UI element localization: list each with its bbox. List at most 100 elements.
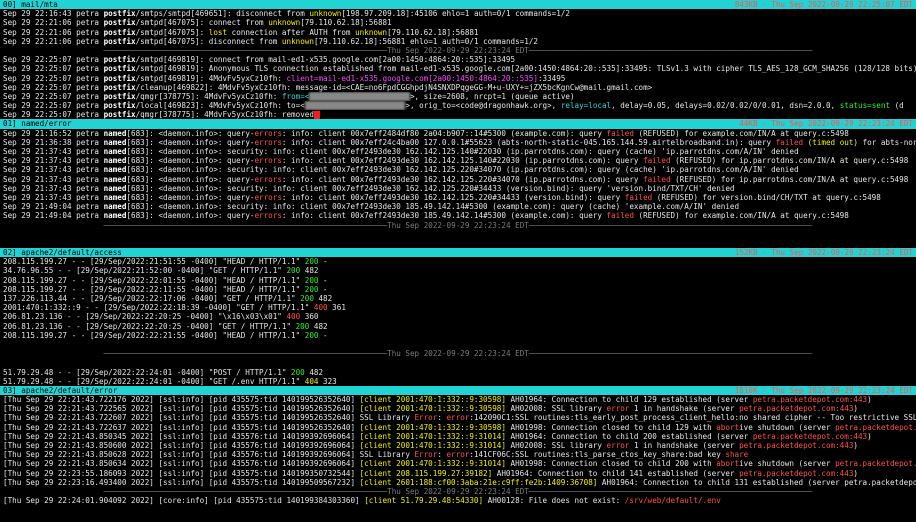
log-line: Sep 29 21:49:04 petra named[683]: <daemo… <box>0 202 916 211</box>
log-segment: unknown <box>355 27 388 37</box>
log-segment: 137.226.113.44 - - [29/Sep/2022:22:17:06… <box>3 294 301 303</box>
log-segment: error <box>446 450 470 460</box>
log-segment: 51.79.29.48 - - [29/Sep/2022:22:24:01 -0… <box>3 367 292 377</box>
log-lines-access-2: 51.79.29.48 - - [29/Sep/2022:22:24:01 -0… <box>0 368 916 386</box>
log-segment: [79.110.62.18]:56881 <box>387 27 479 37</box>
log-segment: 206.81.23.136 - - [29/Sep/2022:22:20:25 … <box>3 321 296 331</box>
log-segment: 200 <box>304 275 319 285</box>
log-segment: [client 2001:470:1:332::9:31014] <box>359 431 506 441</box>
pane-header-access[interactable]: 02] apache2/default/access 152KB - Thu S… <box>0 248 916 258</box>
log-segment: named <box>103 192 127 202</box>
log-segment: unknown <box>281 36 314 46</box>
log-line: [Thu Sep 29 22:21:43.850600 2022] [ssl:i… <box>0 441 916 450</box>
log-segment: [683]: <daemon.info>: security: info: cl… <box>126 147 799 156</box>
log-segment: [Thu Sep 29 22:23:16.493400 2022] [ssl:i… <box>3 477 360 487</box>
log-segment: /smtpd[467075]: connect from <box>135 18 269 28</box>
log-segment: [Thu Sep 29 22:21:43.722176 2022] [ssl:i… <box>3 395 360 405</box>
log-segment: /srv/web/default/.env <box>624 496 721 506</box>
pane-header-named[interactable]: 01] named/error 44KB - Thu Sep 2022-09-2… <box>0 119 916 129</box>
log-segment: (d <box>890 101 904 111</box>
log-line: 206.81.23.136 - - [29/Sep/2022:22:20:25 … <box>0 322 916 331</box>
log-segment: named <box>103 165 127 175</box>
log-segment: postfix <box>103 36 136 46</box>
log-segment: - <box>318 330 328 340</box>
log-line: Sep 29 21:37:43 petra named[683]: <daemo… <box>0 147 916 156</box>
log-segment: Sep 29 21:37:43 petra <box>3 156 104 166</box>
log-segment: errors <box>254 137 282 147</box>
pane-mail-mta: 00] mail/mta 843KB - Thu Sep 2022-09-29 … <box>0 0 916 120</box>
log-segment: Sep 29 21:37:43 petra <box>3 174 104 184</box>
pane-status-error: 1010K - Thu Sep 2022-09-29 22:23:24 EDT <box>734 385 913 395</box>
terminal: 00] mail/mta 843KB - Thu Sep 2022-09-29 … <box>0 0 916 505</box>
log-segment: errors <box>254 174 282 184</box>
pane-apache-error: 03] apache2/default/error 1010K - Thu Se… <box>0 385 916 506</box>
log-line: 208.115.199.27 - - [29/Sep/2022:22:01:55… <box>0 276 916 285</box>
cursor-selection <box>313 111 320 120</box>
log-segment: named <box>103 174 127 184</box>
log-segment: petra.packetdepot.com <box>844 477 916 487</box>
log-segment: named <box>103 183 127 193</box>
log-segment: status=sent <box>839 101 891 111</box>
pane-header-error[interactable]: 03] apache2/default/error 1010K - Thu Se… <box>0 385 916 396</box>
log-segment: [Thu Sep 29 22:24:01.904092 2022] [core:… <box>3 496 365 506</box>
log-segment: /cleanup[469822]: 4MdvFv5yxCz10fh: messa… <box>135 82 653 92</box>
log-segment: [683]: <daemon.info>: query- <box>126 192 255 202</box>
log-segment: - <box>318 257 328 267</box>
log-line: Sep 29 21:37:43 petra named[683]: <daemo… <box>0 184 916 193</box>
log-segment: failed <box>606 128 634 138</box>
log-segment: named <box>103 202 127 212</box>
log-segment: postfix <box>103 73 136 83</box>
pane-named-error: 01] named/error 44KB - Thu Sep 2022-09-2… <box>0 119 916 248</box>
log-segment: :142090C1:SSL routines:tls_early_post_pr… <box>469 413 916 423</box>
pane-title-access: 02] apache2/default/access <box>3 248 122 258</box>
log-segment: /local[469823]: 4MdvFv5yxCz10fh: to=< <box>135 101 305 111</box>
redacted-address: xxxxxxxxxxxxxxxxxxxxxx <box>309 91 410 102</box>
time-separator-named: ────────────────────────────────────────… <box>103 220 813 230</box>
log-line: [Thu Sep 29 22:21:43.722565 2022] [ssl:i… <box>0 404 916 413</box>
log-segment: [683]: <daemon.info>: query- <box>126 156 255 166</box>
log-segment: [client 2001:470:1:332::9:30598] <box>359 395 506 405</box>
log-line: 34.76.96.55 - - [29/Sep/2022:21:52:00 -0… <box>0 266 916 275</box>
log-segment: : info: client 00x7eff2484df80 2a04:b907… <box>281 128 607 138</box>
log-segment: [client 2001:470:1:332::9:31014] <box>359 459 506 469</box>
log-segment: 482 <box>309 321 328 331</box>
log-segment: ive shutdown (server <box>739 422 836 432</box>
log-segment: 206.81.23.136 - - [29/Sep/2022:22:20:25 … <box>3 312 287 322</box>
log-line: Sep 29 22:25:07 petra postfix/smtpd[4698… <box>0 55 916 64</box>
log-line: 208.115.199.27 - - [29/Sep/2022:21:51:55… <box>0 257 916 266</box>
log-segment: AH01998: Connection closed to child 200 … <box>505 459 717 469</box>
log-segment: Sep 29 22:21:06 petra <box>3 27 104 37</box>
pane-header-mail[interactable]: 00] mail/mta 843KB - Thu Sep 2022-09-29 … <box>0 0 916 10</box>
log-lines-named: Sep 29 21:16:52 petra named[683]: <daemo… <box>0 129 916 221</box>
log-segment: [79.110.62.18]:56881 <box>300 18 392 28</box>
log-segment: [client 2001:470:1:332::9:30598] <box>359 404 506 414</box>
log-segment: postfix <box>103 82 136 92</box>
log-segment: ) <box>867 395 872 405</box>
log-segment: AH02008: SSL library <box>505 404 607 414</box>
log-segment: [Thu Sep 29 22:21:43.850600 2022] [ssl:i… <box>3 441 360 450</box>
log-segment: errors <box>254 192 282 202</box>
log-line: 2001:470:1:332::9 - - [29/Sep/2022:22:18… <box>0 303 916 312</box>
log-segment: /smtpd[469819]: connect from mail-ed1-x5… <box>135 55 516 65</box>
log-segment: named <box>103 128 127 138</box>
log-segment: 51.79.29.48 - - [29/Sep/2022:22:24:01 -0… <box>3 376 305 386</box>
log-line: Sep 29 22:21:06 petra postfix/smtpd[4670… <box>0 37 916 46</box>
log-segment: relay=local <box>560 101 612 111</box>
log-segment: named <box>103 147 127 156</box>
log-segment: [683]: <daemon.info>: security: info: cl… <box>126 165 799 175</box>
log-segment: [683]: <daemon.info>: query- <box>126 211 255 221</box>
log-segment: [Thu Sep 29 22:21:43.850345 2022] [ssl:i… <box>3 431 360 441</box>
log-segment: 34.76.96.55 - - [29/Sep/2022:21:52:00 -0… <box>3 266 287 276</box>
log-segment: Sep 29 22:25:07 petra <box>3 73 104 83</box>
log-segment: ) for abts-north- <box>853 137 916 147</box>
log-segment: : info: client 00x7eff24c4ba00 127.0.0.1… <box>281 137 776 147</box>
log-segment: petra.packetdepot.com:443 <box>752 431 868 441</box>
log-segment: named <box>103 137 127 147</box>
log-segment: errors <box>254 128 282 138</box>
log-segment: petra.packetdepot.com:443 <box>835 422 916 432</box>
log-segment: [Thu Sep 29 22:21:43.722565 2022] [ssl:i… <box>3 404 360 414</box>
log-segment: 404 <box>304 376 319 386</box>
log-line: 137.226.113.44 - - [29/Sep/2022:22:17:06… <box>0 294 916 303</box>
log-segment: ) <box>853 441 858 450</box>
log-segment: postfix <box>103 91 136 101</box>
